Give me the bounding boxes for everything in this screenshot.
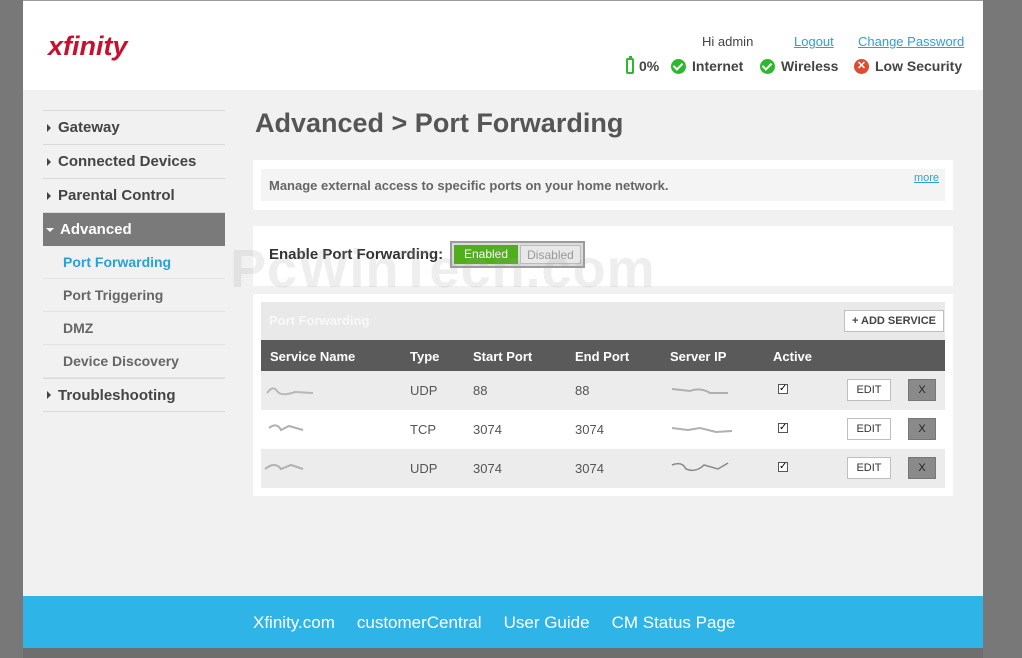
change-password-link[interactable]: Change Password [858, 34, 964, 49]
logout-link[interactable]: Logout [794, 34, 834, 49]
port-forwarding-toggle[interactable]: Enabled Disabled [450, 241, 585, 268]
sidebar-subitem-port-triggering[interactable]: Port Triggering [43, 279, 225, 312]
wireless-status: Wireless [760, 57, 838, 75]
greeting: Hi admin [702, 34, 754, 49]
active-checkbox[interactable]: ✓ [778, 423, 788, 433]
check-icon [671, 58, 686, 74]
page-title: Advanced > Port Forwarding [255, 108, 624, 138]
xfinity-logo[interactable]: xfinity [48, 31, 128, 62]
column-header-service-name: Service Name [270, 349, 356, 364]
delete-button[interactable]: X [908, 418, 936, 440]
enable-port-forwarding-label: Enable Port Forwarding: [269, 246, 444, 263]
table-title: Port Forwarding [269, 313, 370, 328]
chevron-right-icon [47, 123, 51, 132]
sidebar-item-advanced[interactable]: Advanced [43, 212, 225, 246]
check-icon [760, 58, 775, 74]
sidebar-item-label: Parental Control [58, 187, 175, 204]
security-status: ✕ Low Security [854, 57, 962, 75]
table-row: UDP 88 88 ✓ EDIT X [261, 371, 945, 410]
battery-status: 0% [626, 56, 660, 75]
header: xfinity Hi admin Logout Change Password … [23, 1, 983, 90]
internet-label: Internet [692, 58, 744, 74]
row-type: TCP [410, 422, 436, 437]
security-label: Low Security [875, 58, 963, 74]
browser-frame: xfinity Hi admin Logout Change Password … [0, 0, 1022, 658]
edit-button[interactable]: EDIT [847, 379, 891, 401]
right-margin [983, 0, 1022, 658]
sidebar-item-troubleshooting[interactable]: Troubleshooting [43, 378, 225, 412]
redacted-server-ip [671, 426, 733, 434]
left-margin [0, 0, 23, 658]
sidebar-item-label: Gateway [58, 119, 120, 136]
chevron-right-icon [47, 157, 51, 166]
redacted-service-name [266, 387, 314, 396]
footer-link-cm-status[interactable]: CM Status Page [612, 613, 736, 633]
row-end-port: 3074 [575, 422, 604, 437]
table-row: UDP 3074 3074 ✓ EDIT X [261, 449, 945, 488]
battery-label: 0% [639, 58, 660, 74]
description-text: Manage external access to specific ports… [269, 178, 669, 193]
wireless-label: Wireless [781, 58, 839, 74]
sidebar-subitem-device-discovery[interactable]: Device Discovery [43, 345, 225, 378]
row-start-port: 3074 [473, 422, 502, 437]
x-icon: ✕ [854, 58, 869, 74]
column-header-type: Type [410, 349, 440, 364]
active-checkbox[interactable]: ✓ [778, 384, 788, 394]
toggle-enabled-button[interactable]: Enabled [454, 245, 518, 264]
toggle-disabled-button[interactable]: Disabled [520, 245, 581, 264]
internet-status: Internet [671, 57, 743, 75]
column-header-start-port: Start Port [473, 349, 533, 364]
column-header-end-port: End Port [575, 349, 630, 364]
more-link[interactable]: more [914, 172, 939, 184]
row-end-port: 3074 [575, 461, 604, 476]
sidebar-item-parental-control[interactable]: Parental Control [43, 178, 225, 212]
chevron-right-icon [47, 191, 51, 200]
edit-button[interactable]: EDIT [847, 457, 891, 479]
redacted-server-ip [671, 388, 728, 394]
active-checkbox[interactable]: ✓ [778, 462, 788, 472]
description-panel: Manage external access to specific ports… [253, 160, 953, 210]
delete-button[interactable]: X [908, 379, 936, 401]
edit-button[interactable]: EDIT [847, 418, 891, 440]
port-forwarding-table-panel: Port Forwarding + ADD SERVICE Service Na… [253, 294, 953, 496]
delete-button[interactable]: X [908, 457, 936, 479]
redacted-service-name [264, 463, 304, 471]
sidebar-subitem-port-forwarding[interactable]: Port Forwarding [43, 246, 225, 279]
footer-links: Xfinity.com customerCentral User Guide C… [253, 613, 735, 633]
redacted-service-name [268, 424, 304, 432]
chevron-right-icon [47, 391, 51, 399]
footer: Xfinity.com customerCentral User Guide C… [23, 596, 983, 648]
row-type: UDP [410, 461, 438, 476]
description-box: Manage external access to specific ports… [261, 169, 945, 201]
column-header-server-ip: Server IP [670, 349, 727, 364]
row-start-port: 3074 [473, 461, 502, 476]
row-end-port: 88 [575, 383, 590, 398]
table-title-bar: Port Forwarding + ADD SERVICE [261, 302, 945, 340]
sidebar-item-label: Connected Devices [58, 153, 197, 170]
column-header-active: Active [773, 349, 813, 364]
sidebar-item-label: Advanced [60, 221, 132, 238]
add-service-button[interactable]: + ADD SERVICE [844, 310, 944, 332]
chevron-down-icon [46, 227, 54, 232]
sidebar-subitem-dmz[interactable]: DMZ [43, 312, 225, 345]
row-type: UDP [410, 383, 438, 398]
footer-link-xfinity[interactable]: Xfinity.com [253, 613, 335, 633]
footer-link-user-guide[interactable]: User Guide [504, 613, 590, 633]
sidebar-item-connected-devices[interactable]: Connected Devices [43, 144, 225, 178]
table-row: TCP 3074 3074 ✓ EDIT X [261, 410, 945, 449]
battery-icon [626, 56, 634, 74]
bottom-margin [23, 648, 983, 658]
sidebar-item-gateway[interactable]: Gateway [43, 110, 225, 144]
enable-port-forwarding-panel: Enable Port Forwarding: Enabled Disabled [253, 226, 953, 286]
footer-link-customer-central[interactable]: customerCentral [357, 613, 482, 633]
redacted-server-ip [671, 462, 729, 472]
sidebar-item-label: Troubleshooting [58, 386, 176, 404]
row-start-port: 88 [473, 383, 488, 398]
sidebar-nav: Gateway Connected Devices Parental Contr… [43, 110, 225, 412]
table-header: Service Name Type Start Port End Port Se… [261, 340, 945, 371]
